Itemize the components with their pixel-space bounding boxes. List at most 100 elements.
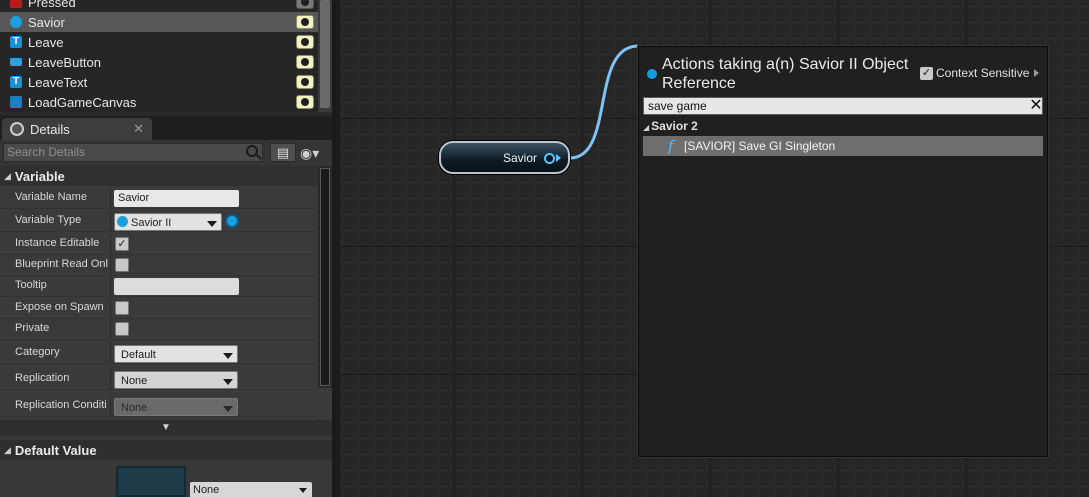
property-matrix-button[interactable]: ▤ <box>270 143 296 162</box>
default-value-section-header[interactable]: ◢ Default Value <box>0 440 332 460</box>
context-sensitive-checkbox[interactable]: ✓ <box>920 67 933 80</box>
divider <box>110 298 111 319</box>
action-result-item[interactable]: f [SAVIOR] Save GI Singleton <box>643 136 1043 156</box>
tab-label: Details <box>30 121 70 137</box>
default-value-section: ◢ Default Value None <box>0 436 332 497</box>
select-value: Default <box>121 349 156 361</box>
property-label: Expose on Spawn <box>15 301 104 313</box>
list-item-pressed[interactable]: Pressed <box>0 0 318 12</box>
list-item-label: Savior <box>28 14 65 30</box>
blueprint-read-only-row: Blueprint Read Onl <box>0 255 318 276</box>
visibility-eye-icon[interactable] <box>296 75 314 89</box>
tab-details[interactable]: Details ✕ <box>2 118 152 140</box>
list-item-savior[interactable]: Savior <box>0 12 318 32</box>
expose-on-spawn-checkbox[interactable] <box>115 301 129 315</box>
details-icon <box>10 122 24 136</box>
divider <box>110 211 111 232</box>
list-item-label: LeaveText <box>28 74 88 90</box>
private-row: Private <box>0 319 318 340</box>
property-label: Replication <box>15 372 70 384</box>
private-checkbox[interactable] <box>115 322 129 336</box>
details-body: ◢ Variable Variable Name Savior Variable… <box>0 166 332 420</box>
savior-object-icon <box>117 216 128 227</box>
select-value: None <box>121 375 148 387</box>
variables-scrollbar[interactable] <box>318 0 332 112</box>
chevron-right-icon[interactable] <box>1034 69 1039 77</box>
variables-list: Pressed Savior T Leave LeaveButton T Lea… <box>0 0 332 112</box>
replication-select[interactable]: None <box>114 371 238 389</box>
variable-name-row: Variable Name Savior <box>0 188 318 209</box>
text-widget-icon: T <box>10 36 22 48</box>
scrollbar-thumb[interactable] <box>320 0 330 108</box>
blueprint-graph[interactable]: Savior Actions taking a(n) Savior II Obj… <box>340 0 1089 497</box>
tooltip-field[interactable] <box>114 278 239 295</box>
category-select[interactable]: Default <box>114 345 238 363</box>
red-event-icon <box>10 0 22 8</box>
list-item-leave[interactable]: T Leave <box>0 32 318 52</box>
section-title: Default Value <box>14 442 97 458</box>
divider <box>110 276 111 297</box>
variable-name-field[interactable]: Savior <box>114 190 239 207</box>
clear-search-icon[interactable]: ✕ <box>1029 98 1043 114</box>
function-icon: f <box>668 137 674 155</box>
visibility-eye-icon[interactable] <box>296 15 314 29</box>
container-type-icon[interactable] <box>225 214 239 228</box>
property-label: Blueprint Read Onl <box>15 258 108 270</box>
expand-arrow-icon[interactable]: ▼ <box>0 420 332 436</box>
list-item-leavetext[interactable]: T LeaveText <box>0 72 318 92</box>
variable-section-header[interactable]: ◢ Variable <box>0 166 318 186</box>
pin-arrow-icon <box>556 154 561 162</box>
divider <box>110 319 111 340</box>
asset-thumbnail[interactable] <box>116 466 186 497</box>
wire-path <box>569 44 639 160</box>
scrollbar-thumb[interactable] <box>320 168 330 386</box>
divider <box>110 369 111 390</box>
replication-row: Replication None <box>0 369 318 390</box>
collapse-arrow-icon: ◢ <box>4 444 11 455</box>
blueprint-read-only-checkbox[interactable] <box>115 258 129 272</box>
list-item-loadgamecanvas[interactable]: LoadGameCanvas <box>0 92 318 112</box>
list-item-label: Pressed <box>28 0 76 10</box>
details-toolbar: Search Details ▤ ◉▾ <box>0 140 332 166</box>
variable-type-select[interactable]: Savior II <box>114 213 222 231</box>
select-value: None <box>193 484 220 496</box>
search-icon[interactable] <box>246 145 258 157</box>
search-details-input[interactable]: Search Details <box>3 143 263 162</box>
context-sensitive-label[interactable]: Context Sensitive <box>936 66 1029 80</box>
visibility-eye-icon[interactable] <box>296 0 314 9</box>
visibility-eye-icon[interactable] <box>296 35 314 49</box>
text-widget-icon: T <box>10 76 22 88</box>
list-item-leavebutton[interactable]: LeaveButton <box>0 52 318 72</box>
property-label: Variable Type <box>15 214 82 226</box>
property-label: Category <box>15 346 60 358</box>
output-pin-icon[interactable] <box>544 153 555 164</box>
visibility-eye-icon[interactable] <box>296 55 314 69</box>
menu-title: Actions taking a(n) Savior II Object Ref… <box>662 56 909 92</box>
instance-editable-row: Instance Editable ✓ <box>0 234 318 255</box>
list-item-label: LeaveButton <box>28 54 102 70</box>
default-value-select[interactable]: None <box>190 482 312 497</box>
replication-condition-select: None <box>114 398 238 416</box>
category-row[interactable]: ◢ Savior 2 <box>643 119 1043 135</box>
divider <box>110 234 111 255</box>
details-tab-bar: Details ✕ <box>0 116 332 140</box>
divider <box>110 396 111 417</box>
replication-condition-row: Replication Conditi None <box>0 396 318 417</box>
savior-object-icon <box>10 16 22 28</box>
chevron-down-icon <box>223 406 233 412</box>
list-item-label: Leave <box>28 34 64 50</box>
section-title: Variable <box>14 168 65 184</box>
close-icon[interactable]: ✕ <box>133 121 144 137</box>
node-label: Savior <box>503 151 538 165</box>
details-scrollbar[interactable] <box>318 166 332 388</box>
savior-variable-node[interactable]: Savior <box>439 141 570 174</box>
instance-editable-checkbox[interactable]: ✓ <box>115 237 129 251</box>
variable-type-row: Variable Type Savior II <box>0 211 318 232</box>
canvas-widget-icon <box>10 96 22 108</box>
action-search-input[interactable]: save game <box>643 97 1043 115</box>
property-label: Instance Editable <box>15 237 100 249</box>
collapse-arrow-icon: ◢ <box>4 170 11 181</box>
view-options-button[interactable]: ◉▾ <box>300 145 330 161</box>
visibility-eye-icon[interactable] <box>296 95 314 109</box>
tooltip-row: Tooltip <box>0 276 318 297</box>
